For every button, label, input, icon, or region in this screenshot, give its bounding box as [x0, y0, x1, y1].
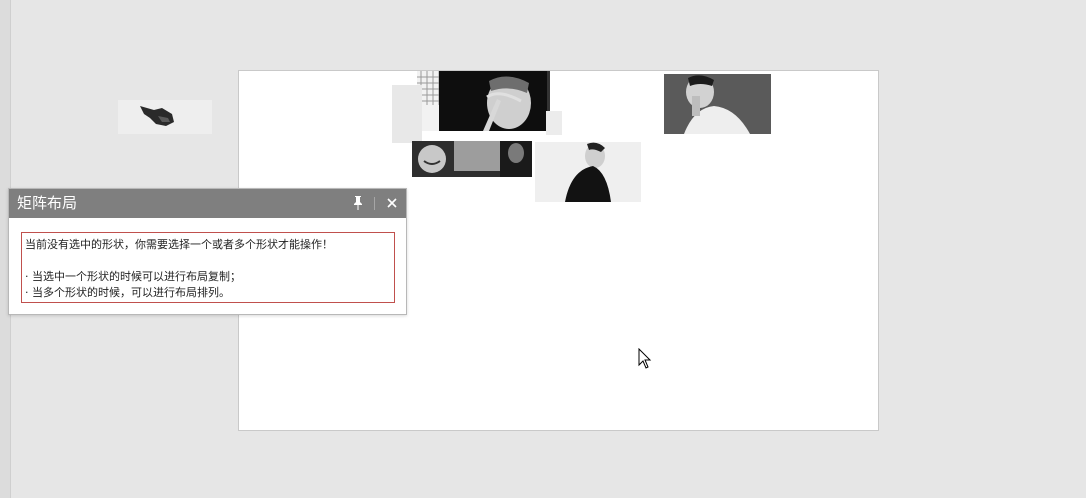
editor-workspace: 矩阵布局 当前没有选中的形状，你需要选择一个或者多个形状才能操作！ · 当选中一…	[0, 0, 1086, 498]
photo-light-panel[interactable]	[392, 85, 422, 143]
photo-man-with-stick[interactable]	[439, 71, 547, 131]
close-icon	[387, 198, 397, 208]
photo-man-hand-on-face[interactable]	[664, 74, 771, 134]
photo-laughing-group[interactable]	[412, 141, 532, 177]
photo-hand-pointing[interactable]	[118, 100, 212, 134]
matrix-layout-panel: 矩阵布局 当前没有选中的形状，你需要选择一个或者多个形状才能操作！ · 当选中一…	[8, 188, 407, 315]
mouse-pointer-icon	[638, 347, 652, 370]
photo-light-block	[546, 111, 562, 135]
pin-icon	[354, 196, 362, 210]
panel-header: 矩阵布局	[9, 189, 406, 218]
photo-man-profile-black[interactable]	[535, 142, 641, 202]
warning-message-box: 当前没有选中的形状，你需要选择一个或者多个形状才能操作！ · 当选中一个形状的时…	[21, 232, 395, 303]
hand-pointing-icon	[118, 100, 212, 134]
close-button[interactable]	[383, 194, 401, 212]
pin-button[interactable]	[349, 194, 367, 212]
message-line-copy: · 当选中一个形状的时候可以进行布局复制；	[25, 270, 241, 283]
panel-title: 矩阵布局	[17, 194, 78, 212]
message-line-arrange: · 当多个形状的时候，可以进行布局排列。	[25, 286, 230, 299]
message-line-main: 当前没有选中的形状，你需要选择一个或者多个形状才能操作！	[25, 238, 333, 251]
header-divider	[374, 197, 375, 210]
